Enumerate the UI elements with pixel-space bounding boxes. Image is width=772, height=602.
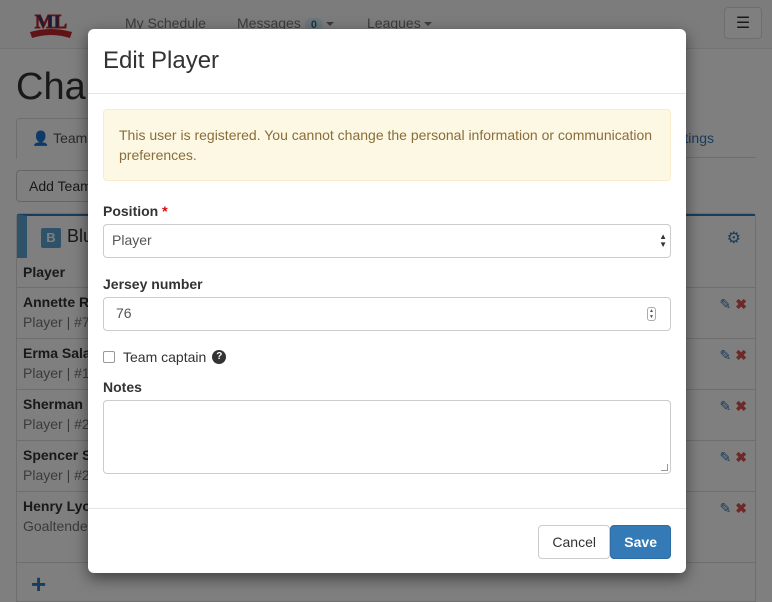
question-circle-icon[interactable]: ?: [212, 350, 227, 364]
select-arrows-icon: ▲ ▼: [659, 232, 667, 249]
jersey-number-value: 76: [116, 305, 132, 321]
modal-header: Edit Player: [88, 29, 686, 94]
save-button[interactable]: Save: [610, 525, 671, 559]
notes-textarea[interactable]: [103, 400, 671, 474]
edit-player-modal: Edit Player This user is registered. You…: [88, 29, 686, 573]
team-captain-label[interactable]: Team captain: [123, 349, 206, 365]
resize-handle-icon[interactable]: [661, 464, 668, 471]
modal-title: Edit Player: [103, 47, 220, 74]
team-captain-row: Team captain ?: [103, 349, 671, 365]
team-captain-checkbox[interactable]: [103, 351, 115, 363]
position-select[interactable]: Player ▲ ▼: [103, 224, 671, 258]
modal-footer: Cancel Save: [88, 508, 686, 573]
position-label: Position *: [103, 203, 671, 219]
number-spinner-icon[interactable]: ▲ ▼: [647, 307, 656, 321]
modal-body: This user is registered. You cannot chan…: [88, 94, 686, 489]
position-label-text: Position: [103, 203, 159, 219]
notes-label: Notes: [103, 379, 142, 395]
jersey-number-label: Jersey number: [103, 276, 203, 292]
cancel-button[interactable]: Cancel: [538, 525, 610, 559]
position-selected-value: Player: [112, 232, 152, 248]
registered-user-alert: This user is registered. You cannot chan…: [103, 109, 671, 181]
jersey-number-input[interactable]: 76 ▲ ▼: [103, 297, 671, 331]
required-marker: *: [162, 203, 168, 219]
